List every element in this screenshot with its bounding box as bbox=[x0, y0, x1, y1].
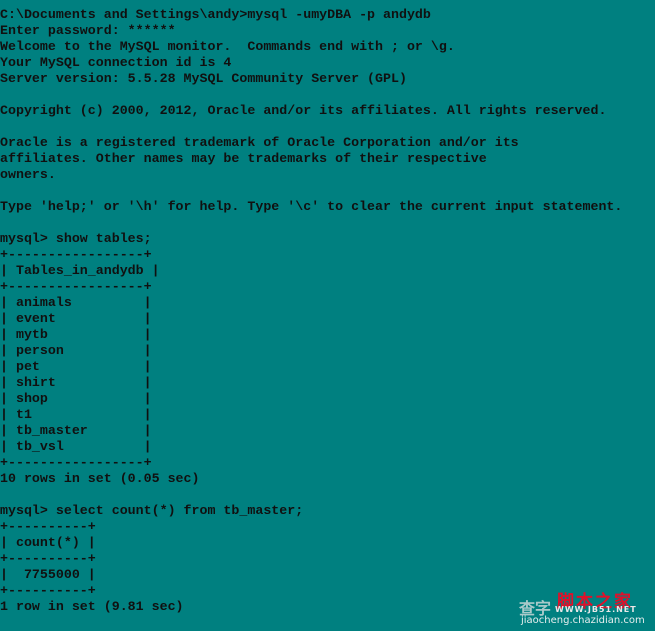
console-line: | animals | bbox=[0, 295, 152, 310]
console-line: Copyright (c) 2000, 2012, Oracle and/or … bbox=[0, 103, 607, 118]
console-line: | tb_master | bbox=[0, 423, 152, 438]
console-line: +----------+ bbox=[0, 519, 96, 534]
console-line: Oracle is a registered trademark of Orac… bbox=[0, 135, 519, 150]
console-line: Welcome to the MySQL monitor. Commands e… bbox=[0, 39, 455, 54]
console-line: | shop | bbox=[0, 391, 152, 406]
console-line: +----------+ bbox=[0, 551, 96, 566]
console-line: 10 rows in set (0.05 sec) bbox=[0, 471, 200, 486]
terminal-output[interactable]: C:\Documents and Settings\andy>mysql -um… bbox=[0, 7, 622, 615]
console-line: affiliates. Other names may be trademark… bbox=[0, 151, 487, 166]
console-line: Your MySQL connection id is 4 bbox=[0, 55, 232, 70]
console-line: | person | bbox=[0, 343, 152, 358]
console-line: | Tables_in_andydb | bbox=[0, 263, 160, 278]
console-line: | 7755000 | bbox=[0, 567, 96, 582]
console-line: | mytb | bbox=[0, 327, 152, 342]
console-line: | count(*) | bbox=[0, 535, 96, 550]
console-line: Type 'help;' or '\h' for help. Type '\c'… bbox=[0, 199, 623, 214]
console-line: | shirt | bbox=[0, 375, 152, 390]
console-line: Enter password: ****** bbox=[0, 23, 176, 38]
console-line: +-----------------+ bbox=[0, 455, 152, 470]
console-line: Server version: 5.5.28 MySQL Community S… bbox=[0, 71, 407, 86]
watermark-subtitle: jiaocheng.chazidian.com bbox=[521, 615, 645, 626]
console-line: mysql> select count(*) from tb_master; bbox=[0, 503, 304, 518]
console-line: | pet | bbox=[0, 359, 152, 374]
console-line: +-----------------+ bbox=[0, 279, 152, 294]
console-line: | t1 | bbox=[0, 407, 152, 422]
watermark: 查字 脚本之家 WWW.JB51.NET jiaocheng.chazidian… bbox=[519, 587, 649, 627]
console-line: owners. bbox=[0, 167, 56, 182]
console-line: C:\Documents and Settings\andy>mysql -um… bbox=[0, 7, 431, 22]
console-line: | tb_vsl | bbox=[0, 439, 152, 454]
watermark-url: WWW.JB51.NET bbox=[555, 605, 637, 614]
console-line: +-----------------+ bbox=[0, 247, 152, 262]
console-line: | event | bbox=[0, 311, 152, 326]
console-line: mysql> show tables; bbox=[0, 231, 152, 246]
